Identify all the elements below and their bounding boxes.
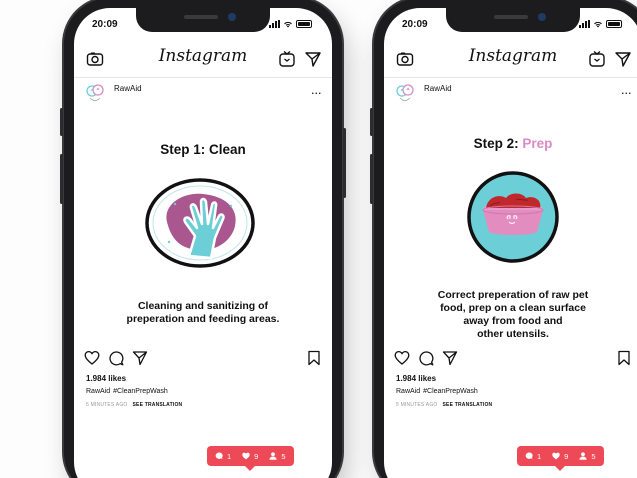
igtv-icon[interactable] bbox=[278, 50, 296, 68]
phone-frame-1: 20:09 Instagram RawAid ... Step 1: Clean… bbox=[60, 0, 346, 478]
app-header: Instagram bbox=[74, 42, 332, 78]
bookmark-icon[interactable] bbox=[616, 350, 632, 366]
mockup-stage: 20:09 Instagram RawAid ... Step 1: Clean… bbox=[0, 0, 637, 478]
like-count[interactable]: 1.984 likes bbox=[396, 374, 436, 383]
share-icon[interactable] bbox=[132, 350, 148, 366]
notif-like-count: 9 bbox=[254, 451, 259, 461]
cellular-signal-icon bbox=[579, 20, 590, 28]
post-caption: RawAid #CleanPrepWash bbox=[396, 388, 478, 395]
step-title: Step 1: Clean bbox=[160, 142, 246, 157]
notif-comment-count: 1 bbox=[537, 451, 542, 461]
step-title: Step 2: Prep bbox=[473, 136, 553, 151]
caption-username[interactable]: RawAid bbox=[86, 388, 110, 395]
comment-icon[interactable] bbox=[108, 350, 124, 366]
step-caption: Cleaning and sanitizing of preperation a… bbox=[126, 300, 280, 325]
more-options-icon[interactable]: ... bbox=[621, 86, 632, 96]
post-image[interactable]: Step 2: Prep Correct preperation of raw … bbox=[384, 106, 637, 344]
phone-frame-2: 20:09 Instagram RawAid ... Step 2: Prep … bbox=[370, 0, 637, 478]
post-meta: 5 MINUTES AGO SEE TRANSLATION bbox=[86, 402, 182, 408]
see-translation-link[interactable]: SEE TRANSLATION bbox=[443, 402, 493, 408]
direct-message-icon[interactable] bbox=[614, 50, 632, 68]
notif-comment-count: 1 bbox=[227, 451, 232, 461]
more-options-icon[interactable]: ... bbox=[311, 86, 322, 96]
caption-username[interactable]: RawAid bbox=[396, 388, 420, 395]
post-username[interactable]: RawAid bbox=[424, 84, 452, 93]
post-header: RawAid ... bbox=[74, 80, 332, 106]
notif-follow-count: 5 bbox=[281, 451, 286, 461]
like-heart-icon[interactable] bbox=[394, 350, 410, 366]
post-actions bbox=[74, 348, 332, 372]
like-count[interactable]: 1.984 likes bbox=[86, 374, 126, 383]
bookmark-icon[interactable] bbox=[306, 350, 322, 366]
post-meta: 5 MINUTES AGO SEE TRANSLATION bbox=[396, 402, 492, 408]
post-image[interactable]: Step 1: Clean Cleaning and sanitizing of… bbox=[74, 106, 332, 344]
hashtag-link[interactable]: #CleanPrepWash bbox=[113, 388, 168, 395]
post-timestamp: 5 MINUTES AGO bbox=[396, 402, 438, 408]
comment-icon[interactable] bbox=[418, 350, 434, 366]
notif-like-count: 9 bbox=[564, 451, 569, 461]
app-header: Instagram bbox=[384, 42, 637, 78]
phone-notch bbox=[136, 8, 270, 32]
hashtag-link[interactable]: #CleanPrepWash bbox=[423, 388, 478, 395]
status-time: 20:09 bbox=[402, 19, 428, 30]
share-icon[interactable] bbox=[442, 350, 458, 366]
activity-notification-bubble[interactable]: 1 9 5 bbox=[207, 446, 294, 471]
phone-screen-1: 20:09 Instagram RawAid ... Step 1: Clean… bbox=[74, 8, 332, 478]
direct-message-icon[interactable] bbox=[304, 50, 322, 68]
pet-food-bowl-icon bbox=[467, 171, 559, 263]
phone-notch bbox=[446, 8, 580, 32]
step-caption: Correct preperation of raw pet food, pre… bbox=[437, 289, 589, 340]
wifi-icon bbox=[284, 21, 292, 28]
igtv-icon[interactable] bbox=[588, 50, 606, 68]
post-actions bbox=[384, 348, 637, 372]
post-timestamp: 5 MINUTES AGO bbox=[86, 402, 128, 408]
comment-bubble-icon bbox=[215, 452, 223, 460]
cellular-signal-icon bbox=[269, 20, 280, 28]
heart-icon bbox=[242, 452, 250, 460]
wifi-icon bbox=[594, 21, 602, 28]
avatar[interactable] bbox=[394, 82, 416, 104]
status-time: 20:09 bbox=[92, 19, 118, 30]
post-username[interactable]: RawAid bbox=[114, 84, 142, 93]
comment-bubble-icon bbox=[525, 452, 533, 460]
like-heart-icon[interactable] bbox=[84, 350, 100, 366]
avatar[interactable] bbox=[84, 82, 106, 104]
battery-icon bbox=[296, 20, 312, 28]
phone-screen-2: 20:09 Instagram RawAid ... Step 2: Prep … bbox=[384, 8, 637, 478]
user-icon bbox=[269, 452, 277, 460]
user-icon bbox=[579, 452, 587, 460]
activity-notification-bubble[interactable]: 1 9 5 bbox=[517, 446, 604, 471]
see-translation-link[interactable]: SEE TRANSLATION bbox=[133, 402, 183, 408]
notif-follow-count: 5 bbox=[591, 451, 596, 461]
heart-icon bbox=[552, 452, 560, 460]
glove-cleaning-icon bbox=[145, 178, 255, 268]
post-header: RawAid ... bbox=[384, 80, 637, 106]
battery-icon bbox=[606, 20, 622, 28]
post-caption: RawAid #CleanPrepWash bbox=[86, 388, 168, 395]
